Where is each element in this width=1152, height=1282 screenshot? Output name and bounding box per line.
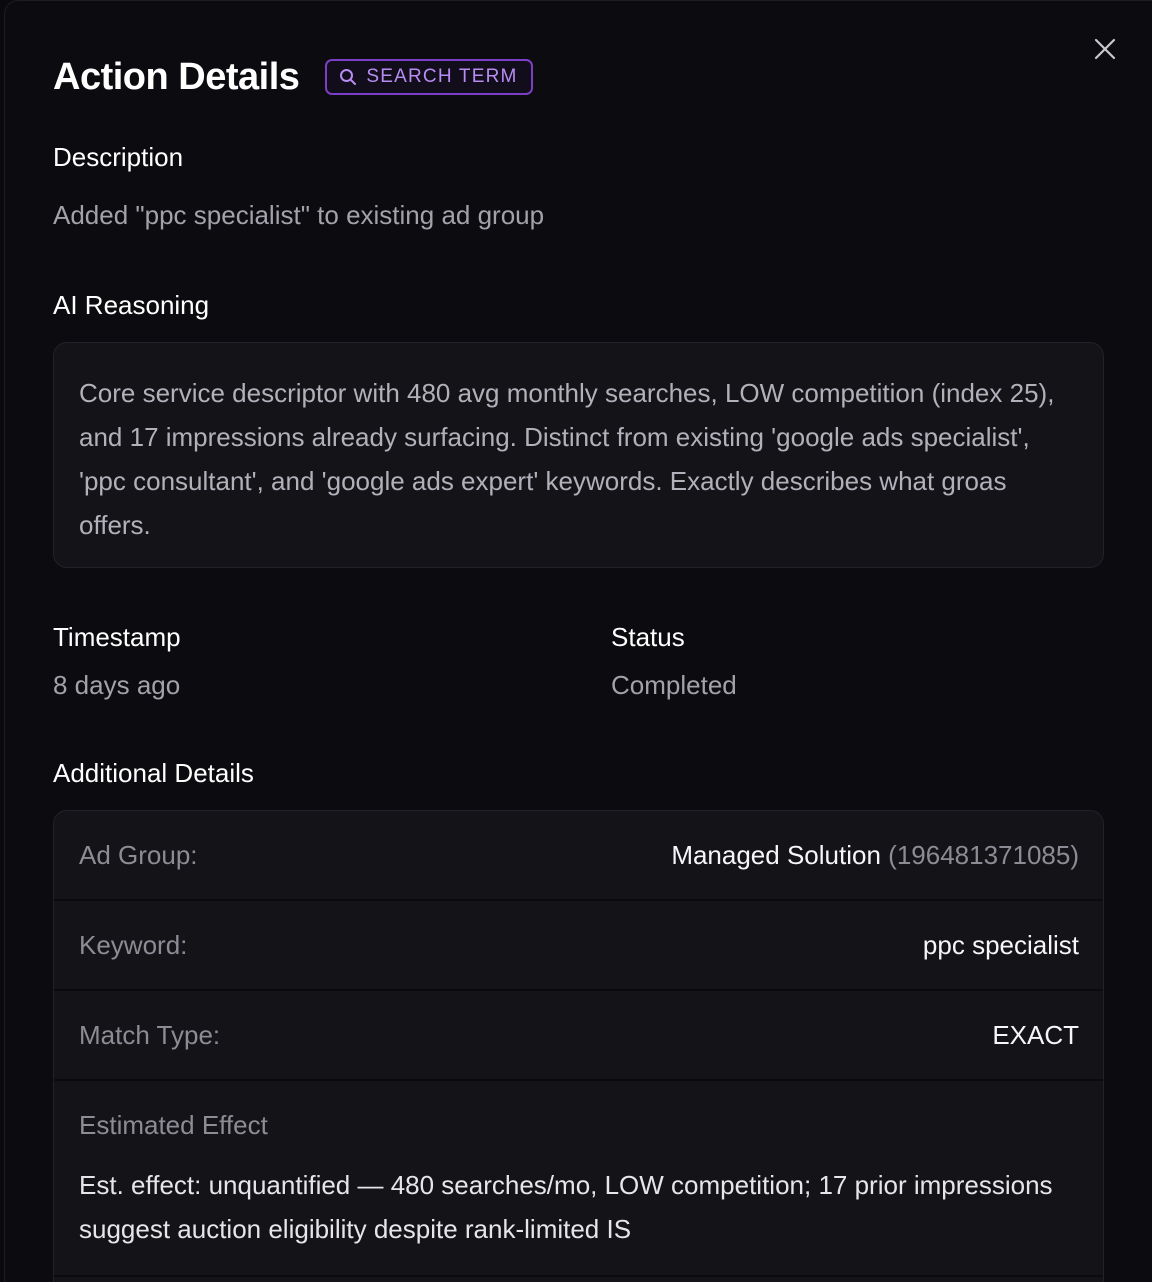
estimated-effect-heading: Estimated Effect: [79, 1110, 268, 1140]
estimated-effect-text: Est. effect: unquantified — 480 searches…: [79, 1170, 1053, 1244]
keyword-label: Keyword:: [79, 929, 188, 960]
keyword-value: ppc specialist: [922, 929, 1079, 960]
description-text: Added "ppc specialist" to existing ad gr…: [53, 200, 545, 230]
close-button[interactable]: [1091, 35, 1119, 63]
ad-group-id: (196481371085): [888, 839, 1079, 870]
action-details-modal: Action Details SEARCH TERM Description A…: [4, 0, 1152, 1282]
ad-group-value-wrap: Managed Solution (196481371085): [671, 840, 1079, 871]
keyword-row: Keyword: ppc specialist: [54, 901, 1103, 991]
status-heading: Status: [611, 622, 685, 652]
badge-label: SEARCH TERM: [366, 66, 518, 87]
match-type-value: EXACT: [992, 1019, 1079, 1050]
additional-details-box: Ad Group: Managed Solution (196481371085…: [53, 810, 1104, 1282]
timestamp-heading: Timestamp: [53, 622, 181, 652]
search-term-badge: SEARCH TERM: [325, 59, 533, 95]
match-type-row: Match Type: EXACT: [54, 991, 1103, 1081]
status-value: Completed: [611, 670, 737, 700]
ai-reasoning-box: Core service descriptor with 480 avg mon…: [53, 342, 1104, 568]
modal-title: Action Details: [53, 56, 300, 98]
estimated-effect-section: Estimated Effect Est. effect: unquantifi…: [54, 1081, 1103, 1277]
modal-header: Action Details SEARCH TERM: [53, 57, 533, 97]
ad-group-label: Ad Group:: [79, 839, 198, 870]
match-type-label: Match Type:: [79, 1019, 221, 1050]
ai-reasoning-heading: AI Reasoning: [53, 290, 210, 320]
additional-details-heading: Additional Details: [53, 758, 254, 788]
timestamp-value: 8 days ago: [53, 670, 181, 700]
close-icon: [1094, 38, 1116, 60]
ad-group-row: Ad Group: Managed Solution (196481371085…: [54, 811, 1103, 901]
search-icon: [339, 68, 357, 86]
description-heading: Description: [53, 142, 184, 172]
ad-group-value: Managed Solution: [671, 839, 881, 870]
ai-reasoning-text: Core service descriptor with 480 avg mon…: [79, 378, 1055, 540]
